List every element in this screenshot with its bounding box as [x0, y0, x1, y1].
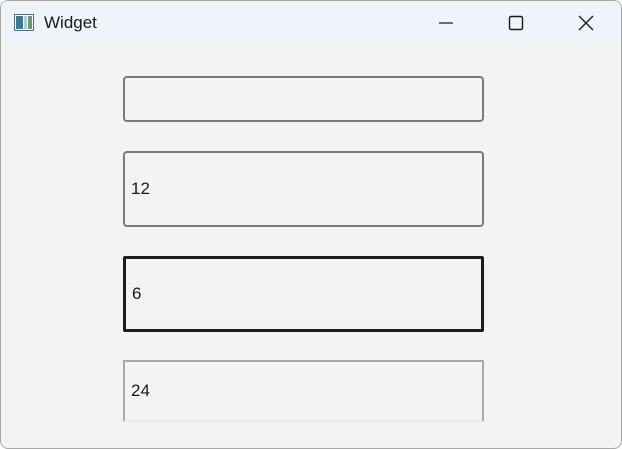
window-title: Widget [44, 13, 97, 32]
input-field-2[interactable]: 12 [123, 151, 484, 227]
minimize-icon [439, 22, 453, 24]
app-icon [14, 14, 34, 31]
app-window: Widget 12 6 24 [0, 0, 622, 449]
maximize-icon [508, 15, 524, 31]
close-button[interactable] [551, 1, 621, 45]
maximize-button[interactable] [481, 1, 551, 45]
input-field-4[interactable]: 24 [123, 360, 484, 422]
input-field-1[interactable] [123, 76, 484, 122]
minimize-button[interactable] [411, 1, 481, 45]
title-bar[interactable]: Widget [1, 1, 621, 45]
input-field-3-focused[interactable]: 6 [123, 256, 484, 332]
close-icon [578, 15, 594, 31]
